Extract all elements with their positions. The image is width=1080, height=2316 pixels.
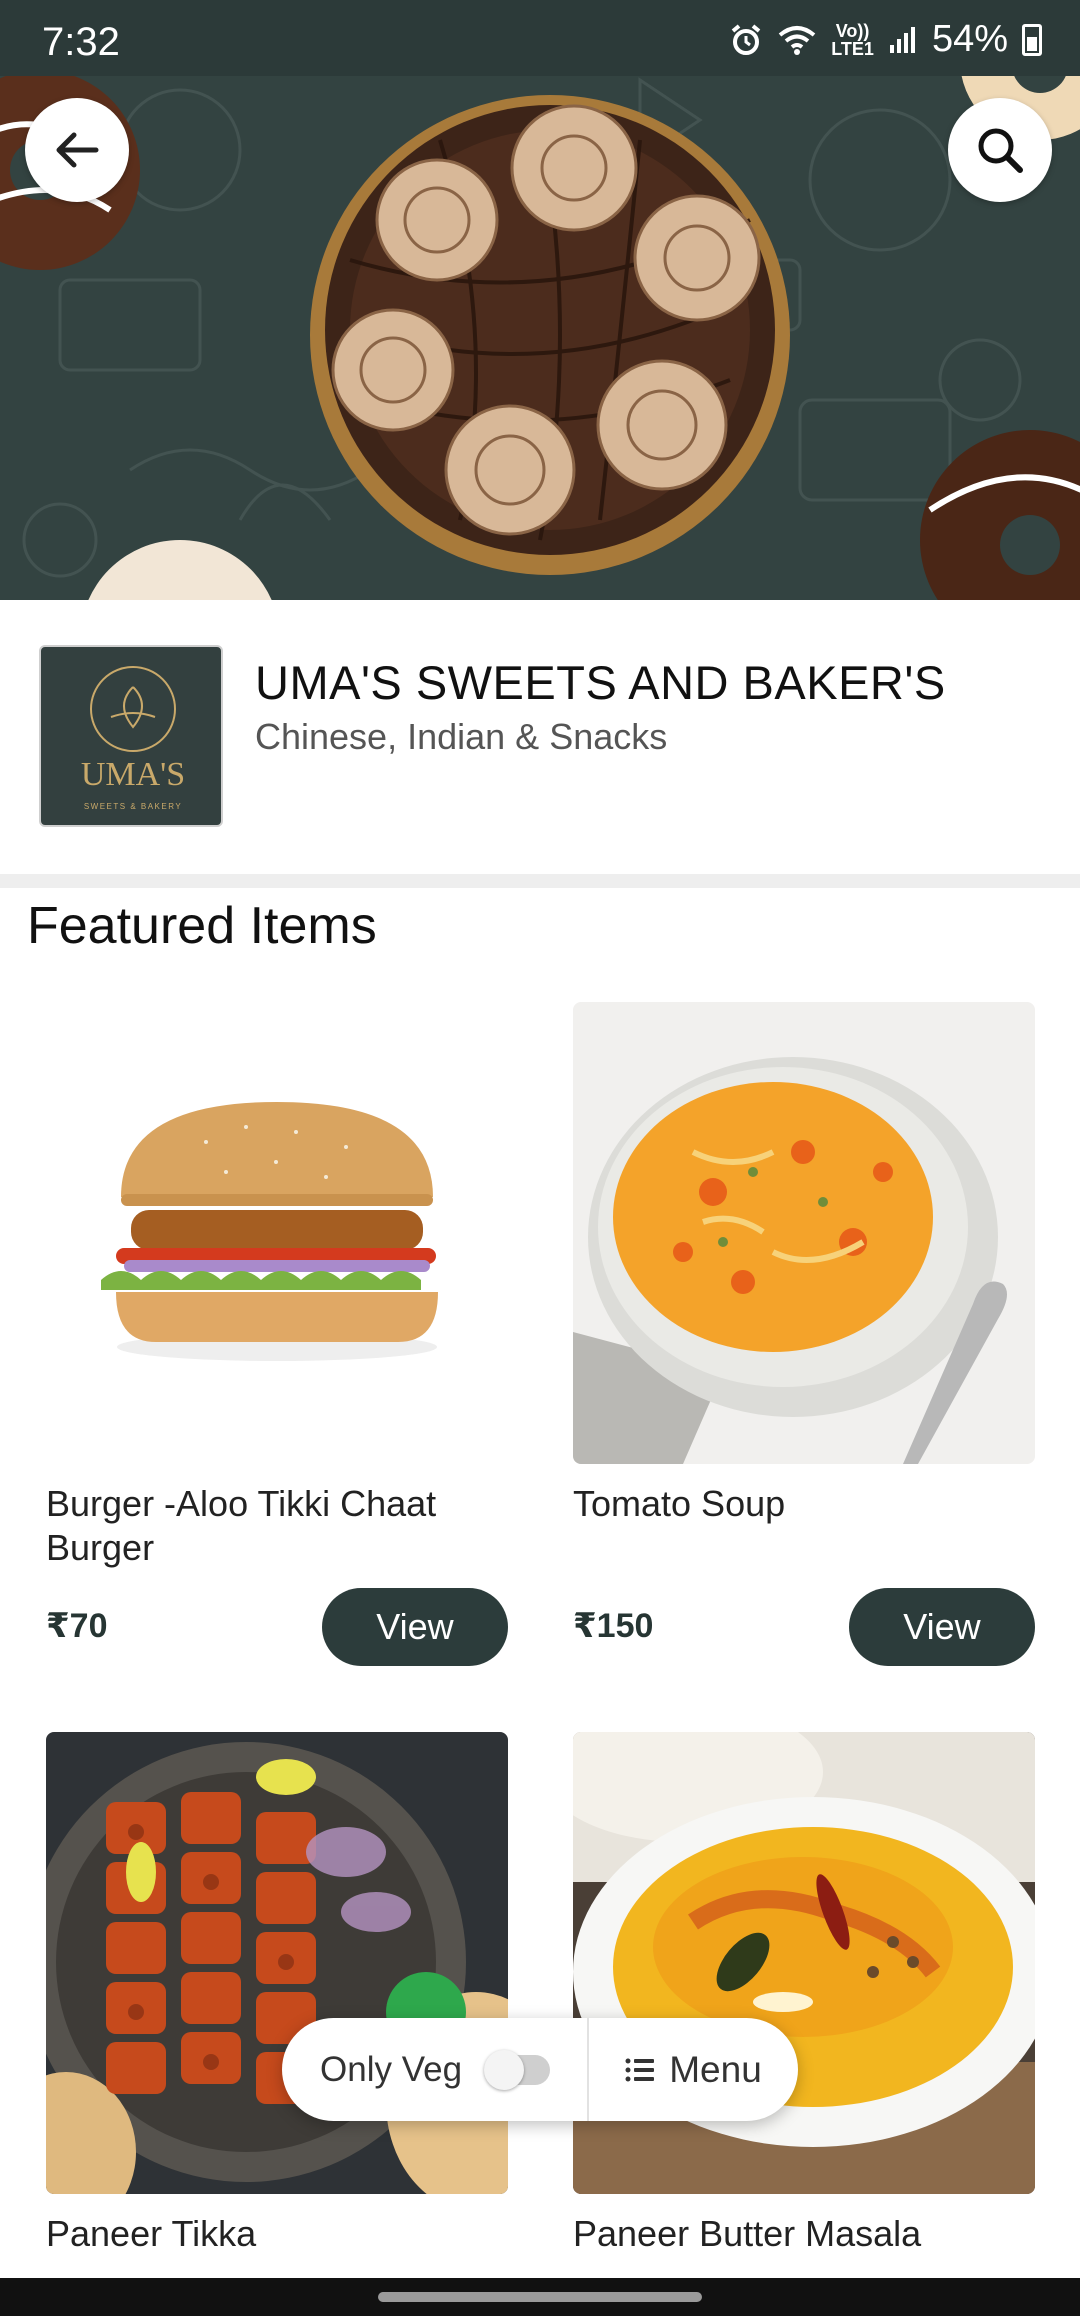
restaurant-name: UMA'S SWEETS AND BAKER'S: [255, 656, 946, 709]
search-button[interactable]: [948, 98, 1052, 202]
restaurant-logo: UMA'S SWEETS & BAKERY: [39, 645, 223, 827]
item-image-paneer-butter-masala: [573, 1732, 1035, 2194]
switch-knob: [484, 2049, 525, 2090]
view-button[interactable]: View: [849, 1588, 1035, 1666]
status-icons: Vo)) LTE1 54%: [729, 18, 1042, 61]
hero-cake-image: [0, 0, 1080, 600]
featured-title: Featured Items: [27, 897, 377, 955]
signal-icon: [889, 26, 915, 53]
item-name: Paneer Tikka: [46, 2213, 257, 2254]
logo-text: UMA'S: [81, 756, 185, 793]
item-name: Paneer Butter Masala: [573, 2213, 922, 2254]
item-image-paneer-tikka: [46, 1732, 508, 2194]
menu-button[interactable]: Menu: [589, 2018, 798, 2121]
item-card[interactable]: Tomato Soup ₹150 View: [573, 1002, 1035, 1682]
item-name: Tomato Soup: [573, 1483, 786, 1524]
search-icon: [978, 128, 1023, 173]
status-time: 7:32: [42, 20, 120, 64]
restaurant-cuisine: Chinese, Indian & Snacks: [255, 716, 668, 757]
home-gesture-handle[interactable]: [378, 2292, 702, 2302]
view-button[interactable]: View: [322, 1588, 508, 1666]
alarm-icon: [731, 23, 761, 55]
back-button[interactable]: [25, 98, 129, 202]
item-image-tomato-soup: [573, 1002, 1035, 1464]
item-card[interactable]: Paneer Tikka: [46, 1732, 508, 2272]
arrow-left-icon: [56, 132, 99, 168]
logo-subtext: SWEETS & BAKERY: [84, 802, 182, 811]
network-type: Vo)) LTE1: [831, 20, 874, 59]
section-divider: [0, 874, 1080, 888]
item-name: Burger -Aloo Tikki Chaat Burger: [46, 1483, 437, 1568]
battery-percent: 54%: [931, 18, 1008, 60]
menu-label: Menu: [669, 2048, 762, 2090]
item-image-burger: [46, 1002, 508, 1464]
wifi-icon: [778, 25, 816, 55]
list-icon: [625, 2058, 655, 2081]
restaurant-header: UMA'S SWEETS & BAKERY UMA'S SWEETS AND B…: [0, 600, 1080, 874]
only-veg-toggle-area[interactable]: Only Veg: [282, 2018, 589, 2121]
only-veg-label: Only Veg: [320, 2049, 463, 2089]
item-card[interactable]: Paneer Butter Masala: [573, 1732, 1035, 2272]
system-nav-bar: [0, 2278, 1080, 2316]
item-price: ₹150: [573, 1607, 654, 1645]
hero-banner: [0, 0, 1080, 600]
item-card[interactable]: Burger -Aloo Tikki Chaat Burger ₹70 View: [46, 1002, 508, 1682]
floating-filter-bar: Only Veg Menu: [282, 2018, 798, 2121]
restaurant-page: 7:32 Vo)) LTE1 54% UMA'S SWEETS & BAKERY…: [0, 0, 1080, 2316]
item-price: ₹70: [46, 1607, 108, 1645]
status-bar: 7:32 Vo)) LTE1 54%: [0, 0, 1080, 76]
battery-icon: [1022, 23, 1042, 56]
only-veg-switch[interactable]: [484, 2049, 551, 2090]
